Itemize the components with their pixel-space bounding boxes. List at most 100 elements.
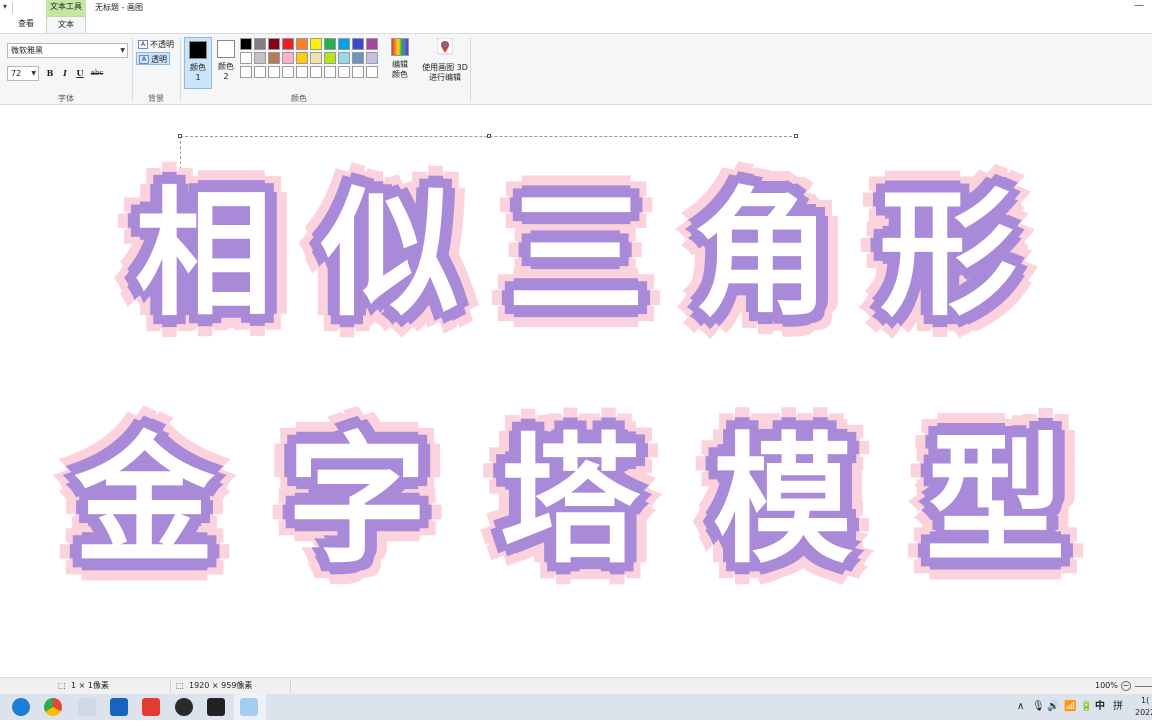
color-swatch[interactable] — [268, 38, 280, 50]
color-1-label: 颜色 1 — [190, 63, 206, 82]
art-glyph: 塔 — [499, 420, 652, 583]
color-swatch[interactable] — [338, 66, 350, 78]
title-bar: ▾ 文本工具 无标题 - 画图 — — [0, 0, 1152, 16]
edit-colors-label: 编辑颜色 — [392, 60, 408, 79]
color-swatch[interactable] — [282, 66, 294, 78]
image-size-icon: ⬚ — [176, 681, 184, 690]
color-swatch[interactable] — [324, 52, 336, 64]
selection-size: 1 × 1像素 — [71, 681, 109, 690]
color-swatch[interactable] — [352, 52, 364, 64]
drawing-canvas[interactable]: 相 似 三 角 形 金 字 塔 模 型 — [0, 106, 1152, 664]
color-2-selector[interactable]: 颜色 2 — [214, 37, 238, 89]
color-swatch[interactable] — [338, 38, 350, 50]
color-swatch[interactable] — [366, 38, 378, 50]
color-swatch[interactable] — [240, 52, 252, 64]
color-swatch[interactable] — [296, 66, 308, 78]
video-icon[interactable] — [207, 698, 225, 716]
speaker-icon[interactable]: 🔊 — [1047, 694, 1059, 720]
context-group-label: 文本工具 — [46, 0, 86, 16]
color-swatch[interactable] — [310, 66, 322, 78]
transparent-option[interactable]: A 透明 — [136, 52, 170, 65]
paint3d-button[interactable]: 使用画图 3D 进行编辑 — [422, 37, 468, 83]
underline-button[interactable]: U — [74, 67, 86, 80]
tab-view[interactable]: 查看 — [10, 16, 42, 33]
ime-indicator[interactable]: 中 — [1095, 694, 1105, 720]
network-icon[interactable]: 📶 — [1064, 694, 1076, 720]
music-icon[interactable] — [142, 698, 160, 716]
status-bar: ⬚ 1 × 1像素 ⬚ 1920 × 959像素 100% − — [0, 677, 1152, 694]
color-swatch[interactable] — [310, 38, 322, 50]
art-glyph: 模 — [712, 420, 865, 583]
tab-text[interactable]: 文本 — [46, 16, 86, 33]
opaque-label: 不透明 — [150, 40, 174, 49]
chrome-icon[interactable] — [44, 698, 62, 716]
art-glyph: 金 — [74, 420, 227, 583]
color-swatch[interactable] — [240, 66, 252, 78]
font-size-select[interactable]: 72 ▼ — [7, 66, 39, 81]
chevron-up-icon[interactable]: ∧ — [1017, 694, 1024, 720]
transparent-icon: A — [139, 55, 149, 64]
app-icon[interactable] — [78, 698, 96, 716]
color-1-swatch — [189, 41, 207, 59]
color-swatch[interactable] — [282, 52, 294, 64]
font-size-value: 72 — [11, 69, 22, 78]
color-swatch[interactable] — [338, 52, 350, 64]
edge-icon[interactable] — [12, 698, 30, 716]
color-swatch[interactable] — [282, 38, 294, 50]
color-2-label: 颜色 2 — [218, 62, 234, 81]
color-swatch[interactable] — [268, 66, 280, 78]
font-group-label: 字体 — [58, 94, 74, 103]
art-glyph: 形 — [879, 174, 1018, 335]
art-glyph: 似 — [320, 174, 459, 335]
color-swatch[interactable] — [254, 38, 266, 50]
zoom-out-button[interactable]: − — [1121, 681, 1131, 691]
image-size: 1920 × 959像素 — [189, 681, 253, 690]
divider — [12, 2, 13, 14]
bold-button[interactable]: B — [44, 67, 56, 80]
chevron-down-icon: ▼ — [120, 47, 125, 54]
color-swatch[interactable] — [352, 66, 364, 78]
word-art: 相 似 三 角 形 金 字 塔 模 型 — [0, 106, 1152, 664]
selection-icon: ⬚ — [58, 681, 66, 690]
divider — [290, 680, 291, 693]
color-swatch[interactable] — [366, 52, 378, 64]
color-swatch[interactable] — [268, 52, 280, 64]
window-title: 无标题 - 画图 — [95, 3, 143, 12]
ribbon-tabs: 查看 文本 — [0, 16, 1152, 33]
obs-icon[interactable] — [175, 698, 193, 716]
color-swatch[interactable] — [296, 38, 308, 50]
art-glyph: 角 — [693, 174, 832, 335]
clock-date[interactable]: 2022 — [1135, 700, 1152, 726]
font-family-value: 微软雅黑 — [11, 46, 43, 55]
art-glyph: 型 — [925, 420, 1078, 583]
color-swatch[interactable] — [310, 52, 322, 64]
color-swatch[interactable] — [254, 52, 266, 64]
microphone-icon[interactable]: 🎙 — [1032, 694, 1045, 720]
strikethrough-button[interactable]: abc — [89, 67, 105, 80]
color-swatch[interactable] — [254, 66, 266, 78]
art-glyph: 三 — [506, 174, 645, 335]
paint-icon[interactable] — [240, 698, 258, 716]
minimize-button[interactable]: — — [1134, 0, 1144, 11]
italic-button[interactable]: I — [59, 67, 71, 80]
color-2-swatch — [217, 40, 235, 58]
book-icon[interactable] — [110, 698, 128, 716]
color-palette — [240, 38, 378, 78]
color-swatch[interactable] — [296, 52, 308, 64]
background-group-label: 背景 — [148, 94, 164, 103]
font-family-select[interactable]: 微软雅黑 ▼ — [7, 43, 128, 58]
quick-access-arrow-icon[interactable]: ▾ — [3, 2, 7, 11]
opaque-option[interactable]: A 不透明 — [136, 38, 176, 51]
color-swatch[interactable] — [324, 66, 336, 78]
art-glyph: 字 — [287, 420, 440, 583]
battery-icon[interactable]: 🔋 — [1080, 694, 1092, 720]
color-swatch[interactable] — [324, 38, 336, 50]
color-swatch[interactable] — [352, 38, 364, 50]
color-swatch[interactable] — [366, 66, 378, 78]
edit-colors-button[interactable]: 编辑颜色 — [389, 38, 411, 80]
divider — [470, 38, 471, 102]
zoom-slider[interactable] — [1135, 686, 1152, 687]
color-1-selector[interactable]: 颜色 1 — [184, 37, 212, 89]
keyboard-layout-indicator[interactable]: 拼 — [1113, 694, 1123, 720]
color-swatch[interactable] — [240, 38, 252, 50]
